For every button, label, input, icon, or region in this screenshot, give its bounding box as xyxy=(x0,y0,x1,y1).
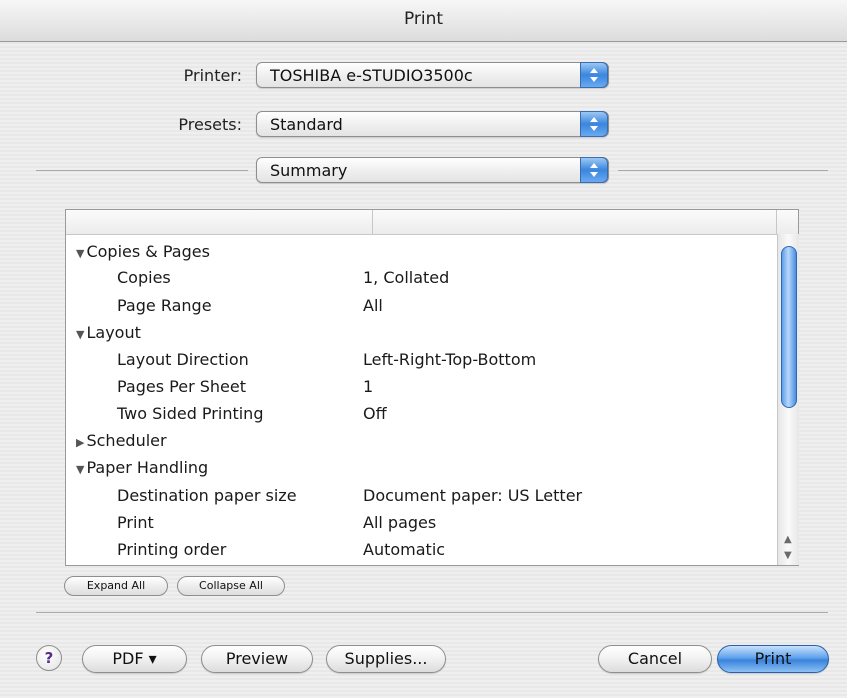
row-value: Automatic xyxy=(363,540,446,559)
row-label: Two Sided Printing xyxy=(117,404,264,423)
header-divider xyxy=(776,210,777,234)
window-title: Print xyxy=(403,9,444,29)
vertical-scrollbar[interactable]: ▲ ▼ xyxy=(777,234,799,565)
print-button[interactable]: Print xyxy=(717,645,829,673)
row-value: Document paper: US Letter xyxy=(363,486,583,505)
summary-outline: ▼ Copies & Pages Copies 1, Collated Page … xyxy=(65,209,799,566)
row-label: Copies & Pages xyxy=(86,242,210,261)
row-label: Layout xyxy=(86,323,141,342)
expand-all-button[interactable]: Expand All xyxy=(64,576,168,596)
group-scheduler[interactable]: ▶ Scheduler xyxy=(76,431,167,450)
row-label: Paper Handling xyxy=(86,458,209,477)
row-label: Scheduler xyxy=(86,431,167,450)
row-value: Left-Right-Top-Bottom xyxy=(363,350,537,369)
scroll-up-arrow-icon[interactable]: ▲ xyxy=(784,534,792,545)
row-label: Page Range xyxy=(117,296,212,315)
printer-label: Printer: xyxy=(183,66,242,85)
popup-arrows-icon xyxy=(580,62,608,88)
collapse-all-button[interactable]: Collapse All xyxy=(177,576,285,596)
popup-arrows-icon xyxy=(580,157,608,183)
supplies-button[interactable]: Supplies... xyxy=(326,645,446,673)
help-button[interactable]: ? xyxy=(36,645,62,671)
row-label: Destination paper size xyxy=(117,486,297,505)
scroll-thumb[interactable] xyxy=(781,246,797,408)
row-value: All xyxy=(363,296,383,315)
title-bar: Print xyxy=(0,0,847,42)
preview-button[interactable]: Preview xyxy=(201,645,313,673)
row-label: Pages Per Sheet xyxy=(117,377,246,396)
row-value: All pages xyxy=(363,513,437,532)
row-label: Printing order xyxy=(117,540,227,559)
column-divider[interactable] xyxy=(372,210,373,234)
disclosure-open-icon[interactable]: ▼ xyxy=(76,463,84,476)
pane-popup[interactable]: Summary xyxy=(256,157,609,183)
scroll-down-arrow-icon[interactable]: ▼ xyxy=(784,550,792,561)
pane-value: Summary xyxy=(270,161,348,180)
row-value: Off xyxy=(363,404,387,423)
row-value: 1, Collated xyxy=(363,268,450,287)
group-paper-handling[interactable]: ▼ Paper Handling xyxy=(76,458,208,477)
printer-popup[interactable]: TOSHIBA e-STUDIO3500c xyxy=(256,62,609,88)
presets-label: Presets: xyxy=(178,115,242,134)
disclosure-open-icon[interactable]: ▼ xyxy=(76,247,84,260)
group-layout[interactable]: ▼ Layout xyxy=(76,323,141,342)
presets-value: Standard xyxy=(270,115,343,134)
disclosure-closed-icon[interactable]: ▶ xyxy=(76,436,84,449)
separator-right xyxy=(618,170,828,171)
pdf-menu-button[interactable]: PDF ▾ xyxy=(82,645,187,673)
row-label: Print xyxy=(117,513,154,532)
presets-popup[interactable]: Standard xyxy=(256,111,609,137)
disclosure-open-icon[interactable]: ▼ xyxy=(76,328,84,341)
separator-left xyxy=(36,170,248,171)
printer-value: TOSHIBA e-STUDIO3500c xyxy=(270,66,473,85)
row-value: 1 xyxy=(363,377,374,396)
row-label: Copies xyxy=(117,268,171,287)
outline-header xyxy=(66,210,798,235)
bottom-separator xyxy=(36,612,828,613)
popup-arrows-icon xyxy=(580,111,608,137)
cancel-button[interactable]: Cancel xyxy=(598,645,712,673)
group-copies-pages[interactable]: ▼ Copies & Pages xyxy=(76,242,210,261)
row-label: Layout Direction xyxy=(117,350,249,369)
print-dialog: Print Printer: TOSHIBA e-STUDIO3500c Pre… xyxy=(0,0,847,698)
